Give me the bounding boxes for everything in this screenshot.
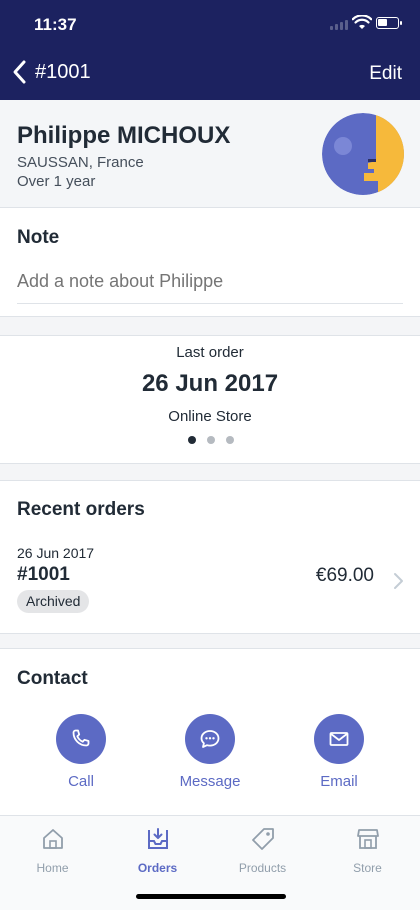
tab-label: Home bbox=[36, 861, 69, 875]
last-order-channel: Online Store bbox=[168, 408, 252, 425]
status-time: 11:37 bbox=[34, 15, 77, 34]
chat-icon bbox=[200, 730, 220, 748]
call-button[interactable]: Call bbox=[26, 714, 136, 790]
chevron-right-icon bbox=[394, 573, 403, 589]
customer-name: Philippe MICHOUX bbox=[17, 122, 231, 149]
message-button[interactable]: Message bbox=[155, 714, 265, 790]
order-number: #1001 bbox=[17, 564, 70, 585]
customer-location: SAUSSAN, France bbox=[17, 154, 144, 171]
page-dot bbox=[188, 436, 196, 444]
page-dot bbox=[207, 436, 215, 444]
tab-label: Orders bbox=[137, 861, 178, 875]
avatar bbox=[322, 113, 404, 195]
message-label: Message bbox=[179, 773, 241, 790]
order-date: 26 Jun 2017 bbox=[17, 545, 95, 561]
edit-button[interactable]: Edit bbox=[369, 63, 402, 85]
call-label: Call bbox=[68, 773, 94, 790]
note-card bbox=[0, 207, 420, 317]
last-order-date: 26 Jun 2017 bbox=[141, 370, 279, 397]
mail-icon bbox=[329, 732, 349, 746]
store-icon bbox=[356, 829, 379, 849]
customer-tenure: Over 1 year bbox=[17, 173, 96, 190]
recent-orders-title: Recent orders bbox=[17, 499, 145, 520]
tag-icon bbox=[251, 828, 274, 850]
email-label: Email bbox=[320, 773, 358, 790]
back-button[interactable]: #1001 bbox=[8, 58, 91, 86]
tab-orders[interactable]: Orders bbox=[105, 826, 210, 875]
chevron-left-icon bbox=[13, 60, 26, 84]
contact-title: Contact bbox=[17, 668, 88, 689]
page-dot bbox=[226, 436, 234, 444]
battery-icon bbox=[376, 17, 402, 29]
nav-bar: #1001 Edit bbox=[0, 44, 420, 100]
order-total: €69.00 bbox=[315, 565, 374, 586]
tab-label: Products bbox=[238, 861, 287, 875]
email-button[interactable]: Email bbox=[284, 714, 394, 790]
tab-store[interactable]: Store bbox=[315, 826, 420, 875]
orders-icon bbox=[147, 828, 168, 849]
signal-icon bbox=[330, 20, 348, 30]
tab-label: Store bbox=[353, 861, 382, 875]
phone-icon bbox=[72, 729, 90, 747]
tab-home[interactable]: Home bbox=[0, 826, 105, 875]
note-input[interactable] bbox=[17, 271, 402, 292]
tab-products[interactable]: Products bbox=[210, 826, 315, 875]
home-icon bbox=[42, 829, 63, 849]
nav-title: #1001 bbox=[35, 60, 91, 83]
note-title: Note bbox=[17, 227, 60, 248]
status-bar: 11:37 bbox=[0, 0, 420, 44]
home-indicator bbox=[136, 894, 286, 899]
last-order-label: Last order bbox=[176, 344, 244, 361]
wifi-icon bbox=[352, 15, 372, 29]
status-badge: Archived bbox=[17, 590, 90, 613]
note-divider bbox=[17, 303, 403, 304]
page-indicator bbox=[188, 436, 234, 444]
